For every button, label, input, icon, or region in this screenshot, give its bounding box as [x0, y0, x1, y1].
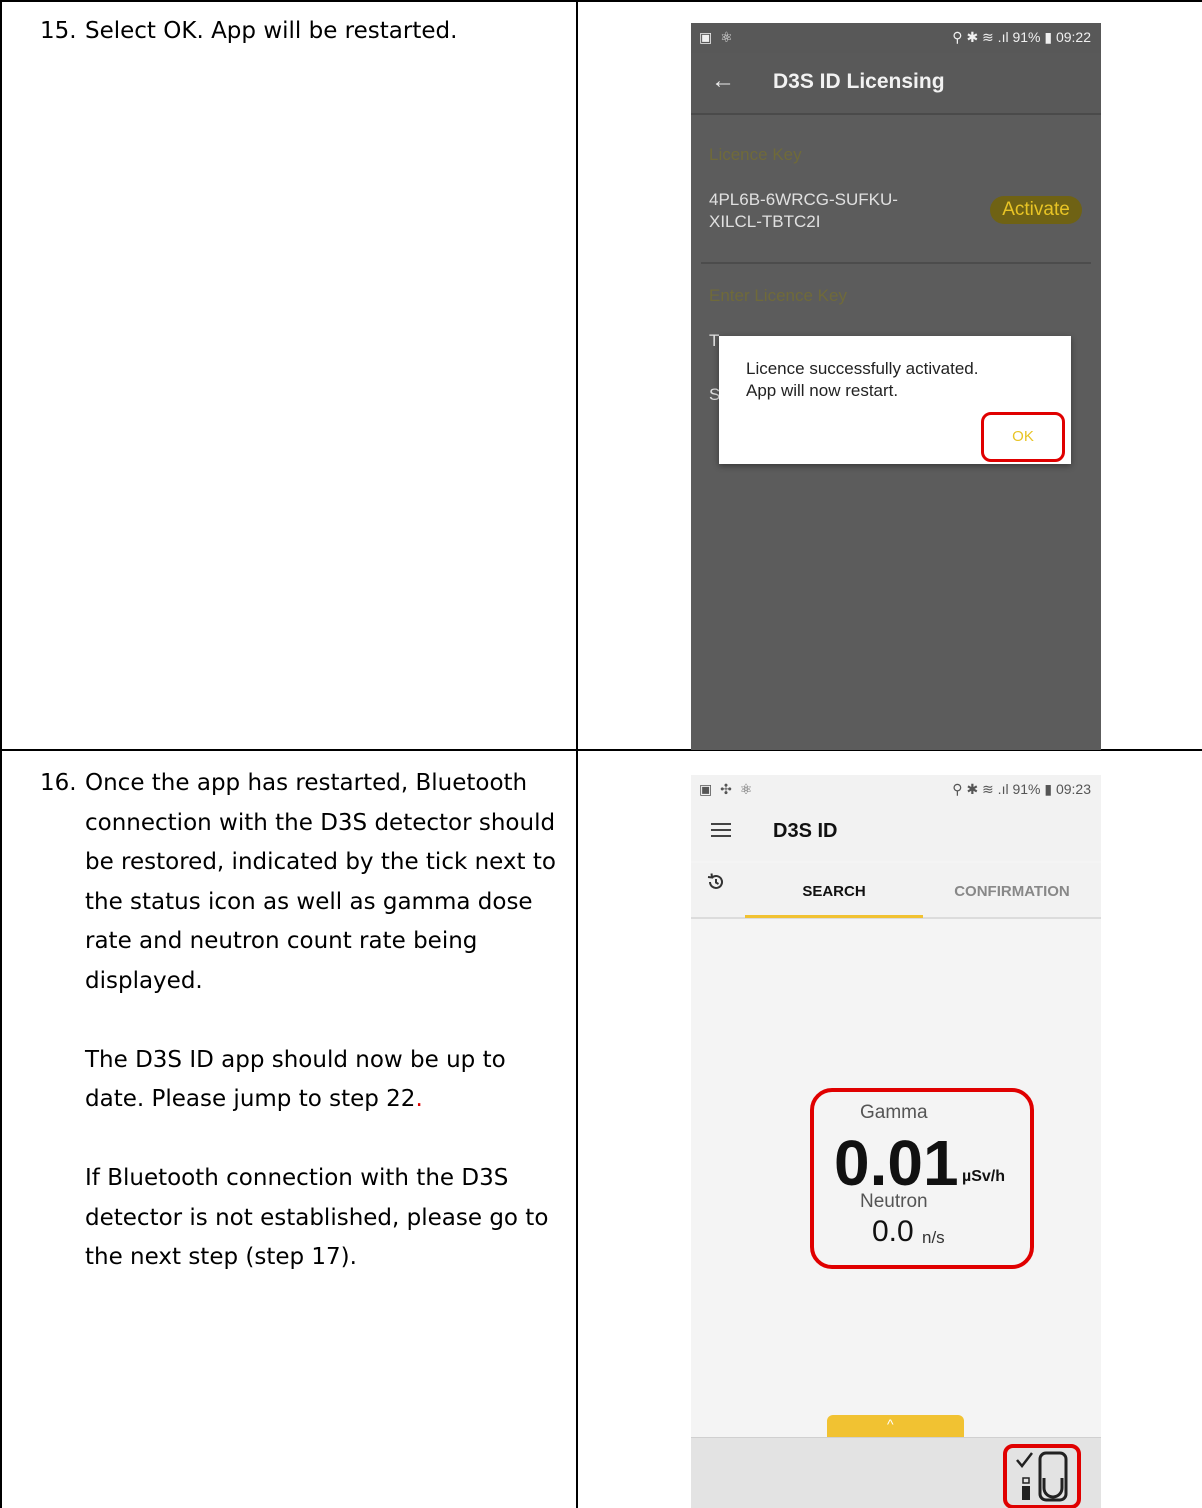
- detector-status[interactable]: [1003, 1444, 1081, 1508]
- gamma-value: 0.01: [834, 1127, 959, 1199]
- pull-up-handle[interactable]: ^: [827, 1415, 964, 1437]
- gamma-label: Gamma: [860, 1102, 928, 1123]
- tab-bar: SEARCH CONFIRMATION: [691, 863, 1101, 919]
- activation-dialog: Licence successfully activated. App will…: [719, 336, 1071, 464]
- page-title: D3S ID: [773, 820, 838, 842]
- dose-rate-readout: Gamma 0.01 µSv/h Neutron 0.0 n/s: [810, 1088, 1034, 1269]
- neutron-label: Neutron: [860, 1191, 928, 1212]
- hamburger-menu-icon[interactable]: [711, 823, 731, 837]
- main-screen-screenshot: ▣ ✣ ⚛ ⚲ ✱ ≋ .ıl 91% ▮ 09:23 D3S ID SEARC…: [691, 775, 1101, 1508]
- step-16-paragraph-2: The D3S ID app should now be up to date.…: [85, 1041, 565, 1120]
- licence-key-label: Licence Key: [709, 145, 802, 164]
- neutron-value: 0.0: [872, 1215, 914, 1248]
- step-number: 16.: [40, 770, 77, 796]
- dialog-line-2: App will now restart.: [746, 381, 899, 400]
- status-bar: ▣ ⚛ ⚲ ✱ ≋ .ıl 91% ▮ 09:22: [691, 23, 1101, 53]
- red-period: .: [415, 1086, 423, 1112]
- ok-button[interactable]: OK: [981, 412, 1065, 462]
- history-icon[interactable]: [705, 871, 727, 893]
- status-icons-right: ⚲ ✱ ≋ .ıl 91% ▮ 09:22: [952, 29, 1091, 45]
- activate-button[interactable]: Activate: [990, 196, 1082, 224]
- table-column-divider: [576, 0, 578, 1508]
- page-title: D3S ID Licensing: [773, 70, 945, 93]
- app-bar: D3S ID: [691, 805, 1101, 861]
- active-tab-indicator: [745, 915, 923, 918]
- status-icons-right: ⚲ ✱ ≋ .ıl 91% ▮ 09:23: [952, 781, 1091, 797]
- app-bar: ← D3S ID Licensing: [691, 53, 1101, 115]
- table-border-top: [0, 0, 1202, 2]
- divider: [701, 262, 1091, 264]
- chevron-up-icon: ^: [887, 1416, 894, 1432]
- step-16-paragraph-2-text: The D3S ID app should now be up to date.…: [85, 1046, 506, 1113]
- enter-licence-key-label: Enter Licence Key: [709, 286, 847, 305]
- licence-key-line-2: XILCL-TBTC2I: [709, 212, 821, 231]
- dialog-line-1: Licence successfully activated.: [746, 359, 979, 378]
- step-16-paragraph-1: Once the app has restarted, Bluetooth co…: [85, 770, 556, 994]
- step-16-paragraph-3: If Bluetooth connection with the D3S det…: [85, 1165, 549, 1270]
- dialog-message: Licence successfully activated. App will…: [746, 358, 978, 402]
- bottom-status-panel: [691, 1437, 1101, 1508]
- neutron-unit: n/s: [922, 1228, 945, 1247]
- licensing-screenshot: ▣ ⚛ ⚲ ✱ ≋ .ıl 91% ▮ 09:22 ← D3S ID Licen…: [691, 23, 1101, 750]
- table-border-left: [0, 0, 2, 1508]
- status-icons-left: ▣ ⚛: [699, 29, 735, 45]
- back-arrow-icon[interactable]: ←: [711, 67, 735, 95]
- obscured-text-1: T: [709, 331, 720, 350]
- gamma-unit: µSv/h: [962, 1168, 1006, 1185]
- licence-key-line-1: 4PL6B-6WRCG-SUFKU-: [709, 190, 898, 209]
- step-15-instruction: Select OK. App will be restarted.: [85, 18, 458, 44]
- status-bar: ▣ ✣ ⚛ ⚲ ✱ ≋ .ıl 91% ▮ 09:23: [691, 775, 1101, 805]
- tab-search[interactable]: SEARCH: [745, 883, 923, 900]
- step-number: 15.: [40, 18, 77, 44]
- detector-connected-icon: [1016, 1451, 1068, 1502]
- status-icons-left: ▣ ✣ ⚛: [699, 781, 755, 797]
- tab-confirmation[interactable]: CONFIRMATION: [923, 883, 1101, 900]
